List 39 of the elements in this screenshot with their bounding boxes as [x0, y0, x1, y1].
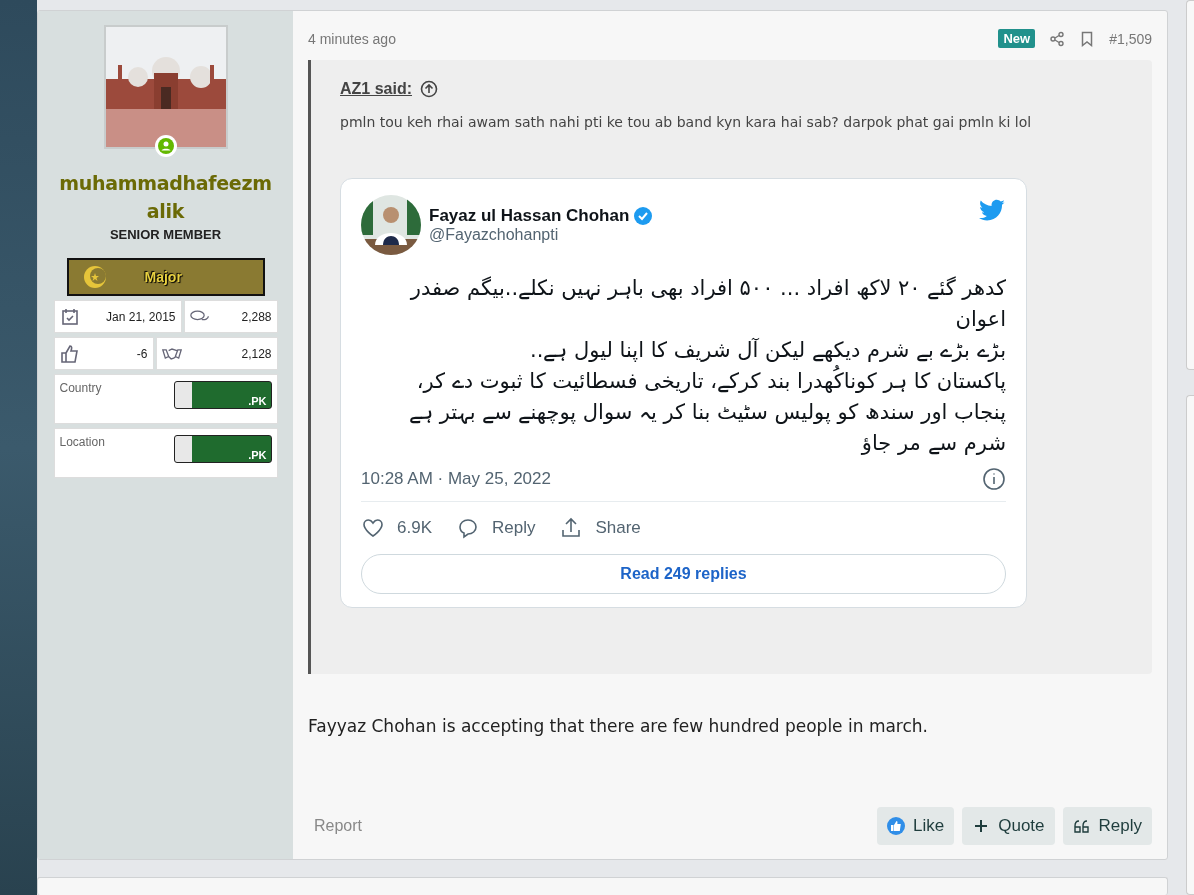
post-number[interactable]: #1,509	[1109, 30, 1152, 47]
arrow-up-circle-icon[interactable]	[420, 80, 438, 98]
tweet-date[interactable]: 10:28 AM · May 25, 2022	[361, 469, 551, 489]
heart-icon	[361, 516, 385, 540]
read-replies-button[interactable]: Read 249 replies	[361, 554, 1006, 594]
quote-button[interactable]: Quote	[962, 807, 1055, 845]
quotation-marks-icon	[1072, 817, 1091, 835]
stat-value: 2,288	[241, 309, 272, 324]
flag-icon: .PK	[173, 381, 272, 409]
quote-author-link[interactable]: AZ1 said:	[340, 80, 412, 98]
tweet-action-button[interactable]: Share	[559, 516, 641, 540]
post-time[interactable]: 4 minutes ago	[308, 30, 985, 47]
stat-value: Jan 21, 2015	[106, 309, 176, 324]
user-title: SENIOR MEMBER	[109, 227, 222, 242]
thumbs-up-icon	[59, 343, 80, 364]
tweet-handle[interactable]: @Fayazchohanpti	[429, 226, 970, 244]
flag-icon: .PK	[173, 435, 272, 463]
rank-banner: Major	[66, 258, 265, 296]
thumbs-up-icon	[887, 817, 906, 835]
tweet-action-button[interactable]: Reply	[456, 516, 536, 540]
stat-value: -6	[136, 346, 148, 361]
stat-value: 2,128	[241, 346, 272, 361]
post-message: Fayyaz Chohan is accepting that there are few hundred people in march.	[308, 716, 929, 736]
tweet-text: کدھر گئے ۲۰ لاکھ افراد ... ۵۰۰ افراد بھی باہر نہیں نکلے..بیگم صفدر اعوان بڑے بڑے بے شرم دیکھے لیکن آل شریف کا اپنا لیول ہے.. پاکستان کا ہر کوناکُھدرا بند کرکے، تاریخی فسطائیت کا ثبوت دے کر، پنجاب اور سندھ کو پولیس سٹیٹ بنا کر یہ سوال پوچھنے سے بہتر ہے شرم سے مر جاؤ	[408, 275, 1006, 457]
like-button[interactable]: Like	[877, 807, 955, 845]
field-label: Country	[59, 381, 102, 397]
reply-button[interactable]: Reply	[1062, 807, 1152, 845]
report-link[interactable]: Report	[308, 817, 870, 835]
speech-bubble-icon	[456, 516, 480, 540]
tweet-author-name[interactable]: Fayaz ul Hassan Chohan	[429, 206, 630, 226]
share-icon[interactable]	[1049, 30, 1066, 47]
quote-text: pmln tou keh rhai awam sath nahi pti ke tou ab band kyn kara hai sab? darpok phat gai pmln ki lol	[340, 113, 1033, 132]
calendar-icon	[59, 306, 80, 327]
username[interactable]: muhammadhafeezmalik	[55, 169, 276, 225]
star-crescent-icon	[82, 265, 107, 289]
tweet-action-button[interactable]: 6.9K	[361, 516, 432, 540]
info-icon[interactable]	[982, 467, 1006, 491]
field-label: Location	[59, 435, 105, 451]
new-badge: New	[998, 29, 1036, 48]
